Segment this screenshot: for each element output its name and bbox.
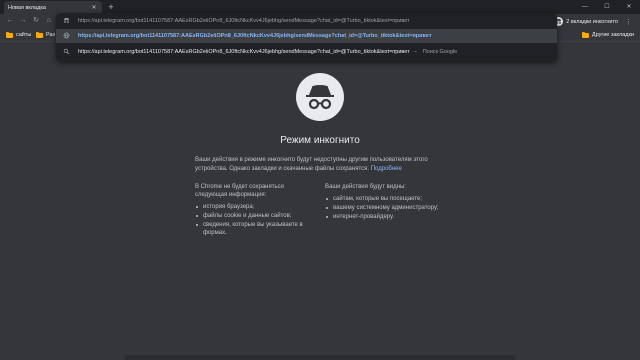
search-icon	[62, 48, 70, 57]
folder-icon	[36, 31, 43, 38]
menu-icon[interactable]: ⋮	[625, 18, 632, 26]
title-bar: Новая вкладка ✕ + — ☐ ✕	[0, 0, 640, 14]
omnibox-suggestion[interactable]: https://api.telegram.org/bot1141107587:A…	[56, 45, 557, 59]
visible-section: Ваши действия будут видны: сайтам, котор…	[325, 183, 450, 222]
globe-icon	[62, 32, 70, 41]
list-item: сайтам, которые вы посещаете;	[325, 195, 450, 203]
incognito-page: Режим инкогнито Ваши действия в режиме и…	[0, 43, 640, 360]
folder-icon	[581, 31, 589, 38]
bookmark-label: Раз	[46, 32, 56, 38]
omnibox-dropdown: https://api.telegram.org/bot1141107587:A…	[56, 13, 557, 61]
list-item: файлы cookie и данные сайтов;	[195, 212, 315, 220]
bookmark-label: сайты	[16, 32, 32, 38]
tab-close-icon[interactable]: ✕	[90, 4, 98, 11]
other-bookmarks-label: Другие закладки	[591, 32, 634, 38]
suggestion-url: https://api.telegram.org/bot1141107587:A…	[78, 33, 432, 39]
section-title: Ваши действия будут видны:	[325, 184, 406, 190]
forward-button[interactable]: →	[17, 15, 29, 27]
intro-text: Ваши действия в режиме инкогнито будут н…	[195, 156, 450, 174]
list-item: история браузера;	[195, 203, 315, 211]
learn-more-link[interactable]: Подробнее	[371, 166, 402, 172]
omnibox-suggestion[interactable]: https://api.telegram.org/bot1141107587:A…	[56, 29, 557, 43]
not-saved-section: В Chrome не будет сохраняться следующая …	[195, 183, 315, 238]
separator: –	[413, 49, 417, 55]
home-button[interactable]: ⌂	[43, 15, 55, 27]
visible-list: сайтам, которые вы посещаете; вашему сис…	[325, 195, 450, 221]
incognito-indicator[interactable]: 2 вкладки инкогнито ⋮	[554, 16, 632, 27]
folder-icon	[6, 31, 13, 38]
close-window-button[interactable]: ✕	[618, 0, 640, 14]
tab-title: Новая вкладка	[8, 4, 46, 11]
address-input[interactable]: https://api.telegram.org/bot1141107587:A…	[78, 18, 410, 24]
bookmark-folder[interactable]: Раз	[36, 30, 55, 40]
list-item: интернет-провайдеру.	[325, 213, 450, 221]
list-item: сведения, которые вы указываете в формах…	[195, 221, 315, 237]
address-bar[interactable]: https://api.telegram.org/bot1141107587:A…	[56, 13, 557, 29]
incognito-label: 2 вкладки инкогнито	[566, 18, 618, 25]
incognito-icon	[62, 17, 70, 26]
new-tab-button[interactable]: +	[106, 2, 116, 12]
window-controls: — ☐ ✕	[574, 0, 640, 14]
back-button[interactable]: ←	[4, 15, 16, 27]
maximize-button[interactable]: ☐	[596, 0, 618, 14]
suggestion-url: https://api.telegram.org/bot1141107587:A…	[78, 49, 410, 55]
minimize-button[interactable]: —	[574, 0, 596, 14]
horizontal-scrollbar[interactable]	[125, 355, 515, 360]
list-item: вашему системному администратору;	[325, 204, 450, 212]
section-title: В Chrome не будет сохраняться следующая …	[195, 184, 284, 198]
suggestion-hint: Поиск Google	[422, 49, 458, 55]
incognito-icon	[296, 73, 344, 121]
bookmark-folder[interactable]: сайты	[6, 30, 31, 40]
other-bookmarks[interactable]: Другие закладки	[581, 30, 634, 40]
page-title: Режим инкогнито	[280, 135, 360, 146]
reload-button[interactable]: ↻	[30, 15, 42, 27]
not-saved-list: история браузера; файлы cookie и данные …	[195, 203, 315, 237]
